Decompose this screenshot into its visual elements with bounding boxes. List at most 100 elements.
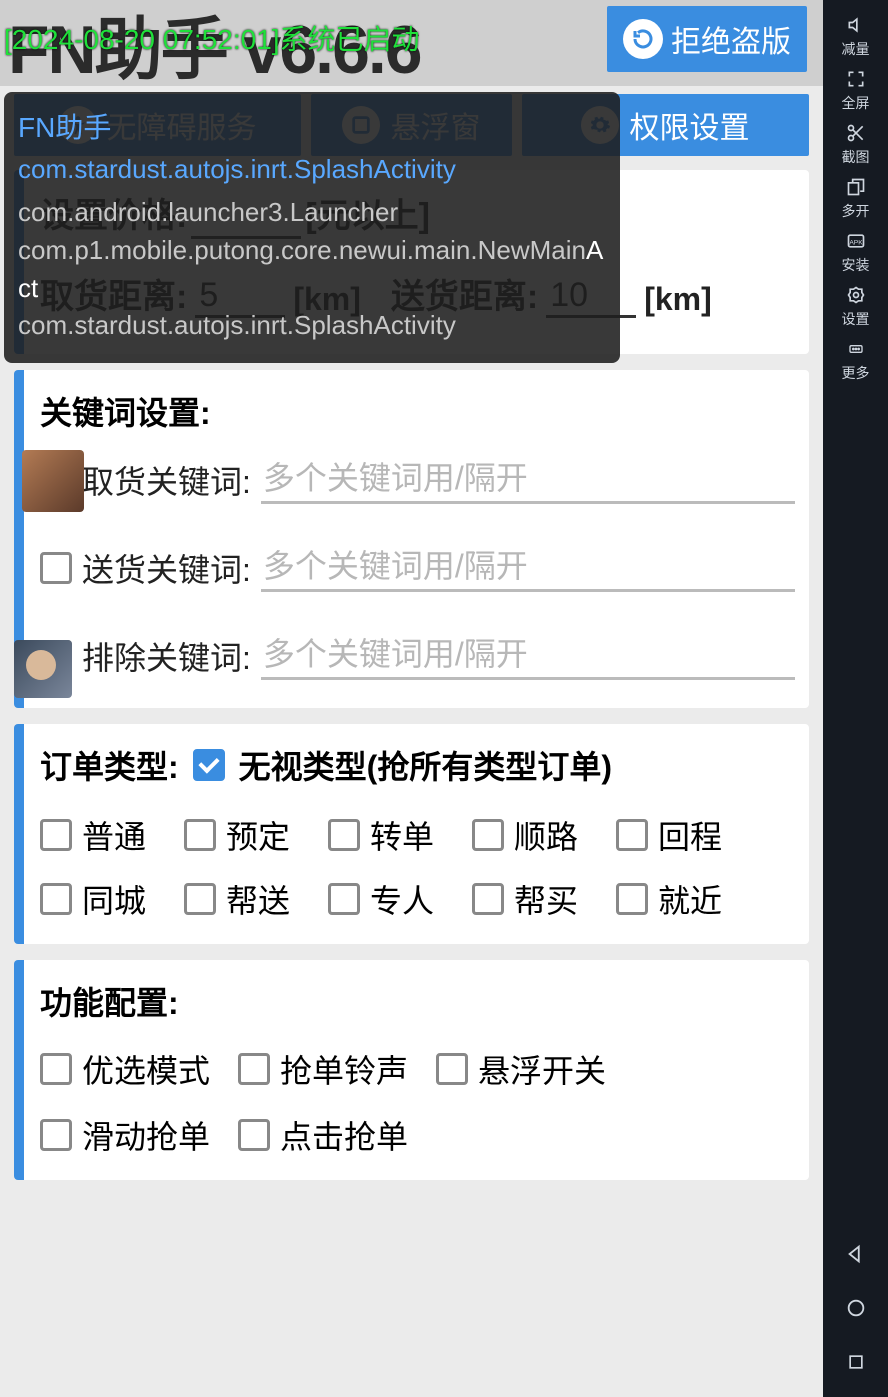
function-option: 悬浮开关 [436, 1046, 606, 1092]
function-checkbox[interactable] [40, 1119, 72, 1151]
sidebar-item-label: 减量 [842, 39, 870, 59]
order-type-label: 同城 [82, 876, 146, 922]
order-type-option: 预定 [184, 812, 314, 858]
order-type-option: 就近 [616, 876, 746, 922]
deliver-keyword-row: 送货关键词: [40, 544, 795, 592]
order-type-label: 顺路 [514, 812, 578, 858]
exclude-keyword-row: 排除关键词: [40, 632, 795, 680]
app-screen: FN助手 v6.6.6 拒绝盗版 [2024-08-20 07:52:01]系统… [0, 0, 823, 1397]
function-option: 抢单铃声 [238, 1046, 408, 1092]
activity-overlay[interactable]: FN助手 com.stardust.autojs.inrt.SplashActi… [4, 92, 620, 363]
scissors-icon [845, 122, 867, 144]
order-type-checkbox[interactable] [328, 883, 360, 915]
order-type-checkbox[interactable] [616, 819, 648, 851]
app-title: FN助手 v6.6.6 [8, 0, 421, 93]
order-type-checkbox[interactable] [40, 883, 72, 915]
sidebar-item-volume-down[interactable]: 减量 [842, 9, 870, 63]
floating-thumb-1[interactable] [22, 450, 84, 512]
nav-recent-button[interactable] [843, 1349, 869, 1375]
permission-label: 权限设置 [629, 103, 749, 147]
sidebar-item-scissors[interactable]: 截图 [842, 117, 870, 171]
order-type-option: 回程 [616, 812, 746, 858]
function-option: 滑动抢单 [40, 1112, 210, 1158]
order-type-label: 就近 [658, 876, 722, 922]
order-type-option: 专人 [328, 876, 458, 922]
order-type-option: 同城 [40, 876, 170, 922]
order-type-label: 帮送 [226, 876, 290, 922]
km-unit-2: [km] [644, 281, 712, 318]
function-config-card: 功能配置: 优选模式 抢单铃声 悬浮开关滑动抢单 点击抢单 [14, 960, 809, 1180]
reject-piracy-label: 拒绝盗版 [671, 17, 791, 61]
order-type-checkbox[interactable] [472, 883, 504, 915]
order-type-option: 帮买 [472, 876, 602, 922]
overlay-stack-1: com.android.launcher3.Launcher [18, 194, 606, 232]
svg-text:APK: APK [849, 239, 863, 246]
order-type-checkbox[interactable] [40, 819, 72, 851]
nav-home-button[interactable] [843, 1295, 869, 1321]
function-option: 优选模式 [40, 1046, 210, 1092]
function-label: 抢单铃声 [280, 1046, 408, 1092]
sidebar-item-label: 更多 [842, 363, 870, 383]
apk-icon: APK [845, 230, 867, 252]
overlay-stack-2: com.p1.mobile.putong.core.newui.main.New… [18, 232, 606, 307]
more-icon [845, 338, 867, 360]
function-label: 点击抢单 [280, 1112, 408, 1158]
overlay-app-name: FN助手 [18, 108, 606, 149]
order-type-checkbox[interactable] [184, 883, 216, 915]
function-checkbox[interactable] [436, 1053, 468, 1085]
sidebar-item-label: 安装 [842, 255, 870, 275]
pickup-keyword-label: 取货关键词: [82, 457, 251, 503]
order-type-grid: 普通 预定 转单 顺路 回程同城 帮送专人帮买 就近 [40, 812, 795, 922]
floating-thumb-2[interactable] [14, 640, 72, 698]
app-header: FN助手 v6.6.6 拒绝盗版 [0, 0, 823, 86]
function-config-row: 优选模式 抢单铃声 悬浮开关滑动抢单 点击抢单 [40, 1046, 795, 1158]
sidebar-item-more[interactable]: 更多 [842, 333, 870, 387]
overlay-stack-3: com.stardust.autojs.inrt.SplashActivity [18, 307, 606, 345]
sidebar-item-fullscreen[interactable]: 全屏 [842, 63, 870, 117]
function-checkbox[interactable] [238, 1119, 270, 1151]
order-type-checkbox[interactable] [184, 819, 216, 851]
gear-icon [845, 284, 867, 306]
sidebar-item-gear[interactable]: 设置 [842, 279, 870, 333]
function-label: 优选模式 [82, 1046, 210, 1092]
function-config-title: 功能配置: [40, 978, 795, 1024]
order-type-option: 顺路 [472, 812, 602, 858]
sidebar-item-label: 全屏 [842, 93, 870, 113]
sidebar-item-label: 截图 [842, 147, 870, 167]
order-type-checkbox[interactable] [328, 819, 360, 851]
order-type-label: 普通 [82, 812, 146, 858]
function-label: 悬浮开关 [478, 1046, 606, 1092]
deliver-keyword-label: 送货关键词: [82, 545, 251, 591]
order-type-label: 转单 [370, 812, 434, 858]
sidebar-item-label: 多开 [842, 201, 870, 221]
ignore-type-checkbox[interactable] [193, 749, 225, 781]
function-option: 点击抢单 [238, 1112, 408, 1158]
keyword-card: 关键词设置: 取货关键词: 送货关键词: 排除关键词: [14, 370, 809, 708]
volume-down-icon [845, 14, 867, 36]
sidebar-item-multi[interactable]: 多开 [842, 171, 870, 225]
order-type-option: 帮送 [184, 876, 314, 922]
order-type-label: 回程 [658, 812, 722, 858]
order-type-title: 订单类型: [40, 742, 179, 788]
ignore-type-label: 无视类型(抢所有类型订单) [239, 742, 612, 788]
order-type-option: 普通 [40, 812, 170, 858]
pickup-keyword-row: 取货关键词: [40, 456, 795, 504]
exclude-keyword-input[interactable] [261, 632, 795, 680]
overlay-activity-line: com.stardust.autojs.inrt.SplashActivity [18, 151, 606, 189]
emulator-sidebar: 减量全屏截图多开 APK 安装设置更多 [823, 0, 888, 1397]
sidebar-item-label: 设置 [842, 309, 870, 329]
exclude-keyword-label: 排除关键词: [82, 633, 251, 679]
sidebar-item-apk[interactable]: APK 安装 [842, 225, 870, 279]
nav-back-button[interactable] [843, 1241, 869, 1267]
deliver-keyword-checkbox[interactable] [40, 552, 72, 584]
deliver-keyword-input[interactable] [261, 544, 795, 592]
multi-icon [845, 176, 867, 198]
reject-piracy-button[interactable]: 拒绝盗版 [607, 6, 807, 72]
function-checkbox[interactable] [238, 1053, 270, 1085]
order-type-card: 订单类型: 无视类型(抢所有类型订单) 普通 预定 转单 顺路 回程同城 帮送专人帮买 就近 [14, 724, 809, 944]
order-type-label: 预定 [226, 812, 290, 858]
pickup-keyword-input[interactable] [261, 456, 795, 504]
function-checkbox[interactable] [40, 1053, 72, 1085]
order-type-checkbox[interactable] [472, 819, 504, 851]
order-type-checkbox[interactable] [616, 883, 648, 915]
